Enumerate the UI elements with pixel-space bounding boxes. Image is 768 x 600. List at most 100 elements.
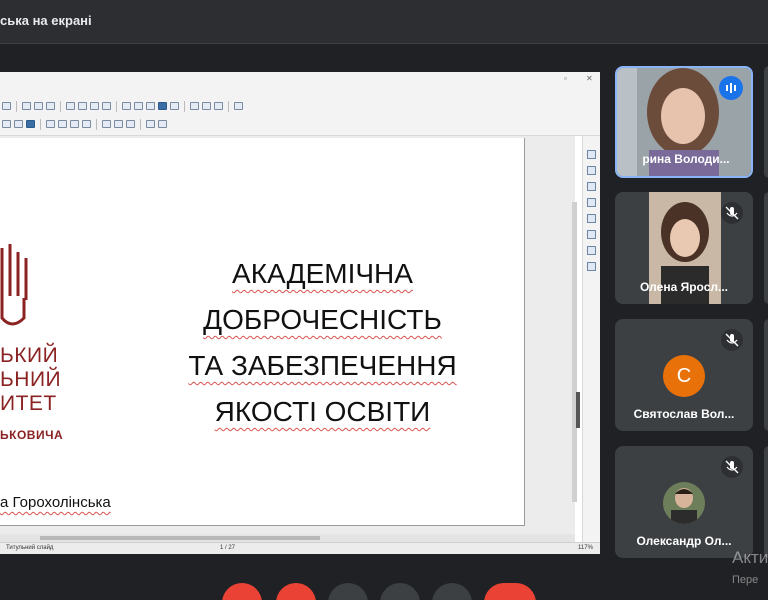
participant-tile[interactable]: Олена Яросл...	[615, 192, 753, 304]
toolbar-icon[interactable]	[2, 102, 11, 110]
shared-screen: ▫ ✕ ЬКИЙ ЬНИЙ ИТЕТ ЬКОВИЧА АКАДЕМІЧНА ДО…	[0, 72, 600, 554]
slide-canvas: ЬКИЙ ЬНИЙ ИТЕТ ЬКОВИЧА АКАДЕМІЧНА ДОБРОЧ…	[0, 138, 525, 526]
logo-text-line-1: ЬКИЙ	[0, 344, 59, 367]
toolbar-icon[interactable]	[102, 120, 111, 128]
toolbar-icon[interactable]	[158, 120, 167, 128]
star-icon[interactable]	[14, 120, 23, 128]
toolbar-icon[interactable]	[126, 120, 135, 128]
chart-icon[interactable]	[102, 102, 111, 110]
toolbar-icon[interactable]	[114, 120, 123, 128]
toolbar-separator	[184, 100, 185, 112]
participant-tile[interactable]: С Святослав Вол...	[615, 319, 753, 431]
scrollbar-thumb[interactable]	[576, 392, 580, 428]
participant-name: Олена Яросл...	[640, 280, 728, 294]
activation-notice-subtitle: Пере	[732, 574, 759, 586]
raise-hand-button[interactable]	[328, 583, 368, 600]
logo-text-line-2: ЬНИЙ	[0, 368, 62, 391]
participant-tile-edge[interactable]	[764, 66, 768, 178]
toolbar-separator	[116, 100, 117, 112]
mic-off-icon	[721, 202, 743, 224]
status-layout: Титульний слайд	[6, 545, 54, 551]
toolbar-icon[interactable]	[26, 120, 35, 128]
slide-author: а Горохолінська	[0, 494, 111, 511]
toolbar-icon[interactable]	[22, 102, 31, 110]
image-icon[interactable]	[78, 102, 87, 110]
status-zoom: 117%	[578, 545, 593, 551]
participant-tile[interactable]: Олександр Ол...	[615, 446, 753, 558]
shapes-icon[interactable]	[587, 214, 596, 223]
navigator-icon[interactable]	[587, 198, 596, 207]
meeting-window: ська на екрані ▫ ✕ ЬКИЙ ЬНИЙ ИТЕТ ЬКОВИЧ…	[0, 0, 768, 600]
horizontal-scrollbar-thumb[interactable]	[40, 536, 320, 540]
slide-title-line-4: ЯКОСТІ ОСВІТИ	[214, 396, 431, 427]
status-bar: Титульний слайд 1 / 27 117%	[0, 542, 600, 554]
participant-tile[interactable]: рина Володи...	[615, 66, 753, 178]
participant-tile-edge[interactable]	[764, 446, 768, 558]
styles-icon[interactable]	[587, 166, 596, 175]
toolbar-separator	[40, 118, 41, 130]
gallery-icon[interactable]	[587, 182, 596, 191]
participant-avatar	[663, 482, 705, 524]
university-logo-icon	[0, 244, 28, 326]
present-button[interactable]	[380, 583, 420, 600]
status-slide-number: 1 / 27	[220, 545, 236, 551]
mic-off-icon	[721, 456, 743, 478]
special-char-icon[interactable]	[134, 102, 143, 110]
toolbar-icon[interactable]	[46, 102, 55, 110]
participant-tile-edge[interactable]	[764, 192, 768, 304]
mic-off-icon	[721, 329, 743, 351]
table-icon[interactable]	[66, 102, 75, 110]
toolbar-row-2	[0, 116, 167, 132]
close-icon[interactable]: ✕	[586, 74, 593, 83]
pen-icon[interactable]	[146, 120, 155, 128]
toolbar-icon[interactable]	[70, 120, 79, 128]
mic-button[interactable]	[222, 583, 262, 600]
toolbar-icon[interactable]	[2, 120, 11, 128]
participant-name: рина Володи...	[642, 152, 730, 166]
toolbar-icon[interactable]	[82, 120, 91, 128]
toolbar-icon[interactable]	[202, 102, 211, 110]
window-title: ська на екрані	[0, 13, 92, 28]
logo-subtitle: ЬКОВИЧА	[0, 428, 64, 442]
toolbar-separator	[60, 100, 61, 112]
slide-title: АКАДЕМІЧНА ДОБРОЧЕСНІСТЬ ТА ЗАБЕЗПЕЧЕННЯ…	[160, 251, 485, 435]
slide-title-line-3: ТА ЗАБЕЗПЕЧЕННЯ	[188, 350, 457, 381]
properties-icon[interactable]	[587, 150, 596, 159]
toolbar-separator	[16, 100, 17, 112]
sidebar-toolbar	[582, 136, 600, 546]
toolbar-separator	[96, 118, 97, 130]
logo-text-line-3: ИТЕТ	[0, 392, 57, 415]
media-icon[interactable]	[90, 102, 99, 110]
master-slides-icon[interactable]	[587, 246, 596, 255]
animation-icon[interactable]	[587, 262, 596, 271]
top-bar: ська на екрані	[0, 0, 768, 44]
toolbar-separator	[228, 100, 229, 112]
participant-name: Святослав Вол...	[633, 407, 735, 421]
more-options-button[interactable]	[432, 583, 472, 600]
toolbar-icon[interactable]	[146, 102, 155, 110]
slide-title-line-2: ДОБРОЧЕСНІСТЬ	[203, 304, 442, 335]
toolbar-icon[interactable]	[170, 102, 179, 110]
toolbar-icon[interactable]	[214, 102, 223, 110]
leave-call-button[interactable]	[484, 583, 536, 600]
toolbar-icon[interactable]	[58, 120, 67, 128]
participant-avatar: С	[663, 355, 705, 397]
textbox-icon[interactable]	[122, 102, 131, 110]
speaking-indicator-icon	[719, 76, 743, 100]
camera-button[interactable]	[276, 583, 316, 600]
toolbar-row-1	[0, 98, 243, 114]
toolbar-icon[interactable]	[234, 102, 243, 110]
minimize-icon[interactable]: ▫	[564, 74, 567, 83]
toolbar-icon[interactable]	[190, 102, 199, 110]
toolbar-icon[interactable]	[158, 102, 167, 110]
toolbar-icon[interactable]	[46, 120, 55, 128]
slide-title-line-1: АКАДЕМІЧНА	[232, 258, 413, 289]
participant-name: Олександр Ол...	[636, 534, 732, 548]
fontwork-icon[interactable]	[587, 230, 596, 239]
toolbar-icon[interactable]	[34, 102, 43, 110]
participant-tile-edge[interactable]	[764, 319, 768, 431]
toolbar-separator	[140, 118, 141, 130]
app-toolbar: ▫ ✕	[0, 72, 600, 136]
vertical-scrollbar[interactable]	[572, 202, 577, 502]
activation-notice-title: Акти	[732, 548, 768, 567]
